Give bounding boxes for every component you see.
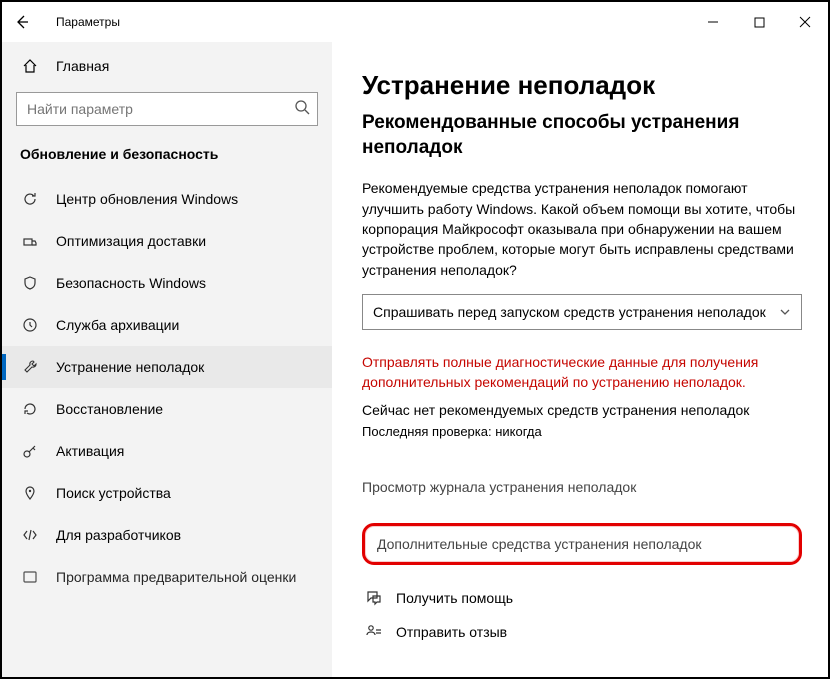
minimize-icon xyxy=(707,16,719,28)
sidebar-item-backup[interactable]: Служба архивации xyxy=(2,304,332,346)
feedback-icon xyxy=(362,623,386,641)
history-link[interactable]: Просмотр журнала устранения неполадок xyxy=(362,469,802,505)
get-help-label: Получить помощь xyxy=(396,590,513,606)
sidebar-item-label: Восстановление xyxy=(56,401,163,417)
arrow-left-icon xyxy=(14,14,30,30)
feedback-label: Отправить отзыв xyxy=(396,624,507,640)
get-help-link[interactable]: Получить помощь xyxy=(362,581,802,615)
refresh-icon xyxy=(20,191,40,207)
troubleshoot-mode-dropdown[interactable]: Спрашивать перед запуском средств устран… xyxy=(362,294,802,330)
home-label: Главная xyxy=(56,58,109,74)
sidebar-item-recovery[interactable]: Восстановление xyxy=(2,388,332,430)
section-title: Обновление и безопасность xyxy=(2,140,332,178)
backup-icon xyxy=(20,317,40,333)
diagnostic-warning: Отправлять полные диагностические данные… xyxy=(362,352,802,393)
key-icon xyxy=(20,443,40,459)
window-controls xyxy=(690,2,828,42)
sidebar-item-troubleshoot[interactable]: Устранение неполадок xyxy=(2,346,332,388)
sidebar-item-label: Центр обновления Windows xyxy=(56,191,238,207)
page-title: Устранение неполадок xyxy=(362,70,802,101)
content-area: Устранение неполадок Рекомендованные спо… xyxy=(332,42,828,677)
sidebar-item-label: Для разработчиков xyxy=(56,527,181,543)
sidebar-item-label: Оптимизация доставки xyxy=(56,233,206,249)
additional-troubleshooters-link[interactable]: Дополнительные средства устранения непол… xyxy=(362,523,802,565)
home-nav[interactable]: Главная xyxy=(2,48,332,84)
shield-icon xyxy=(20,275,40,291)
maximize-button[interactable] xyxy=(736,2,782,42)
close-button[interactable] xyxy=(782,2,828,42)
search-icon xyxy=(294,99,310,115)
app-title: Параметры xyxy=(56,15,690,29)
code-icon xyxy=(20,527,40,543)
sidebar-item-label: Безопасность Windows xyxy=(56,275,206,291)
chevron-down-icon xyxy=(779,306,791,318)
sidebar-item-label: Активация xyxy=(56,443,124,459)
sidebar-item-delivery-optimization[interactable]: Оптимизация доставки xyxy=(2,220,332,262)
sidebar-item-label: Служба архивации xyxy=(56,317,179,333)
last-check-text: Последняя проверка: никогда xyxy=(362,424,802,439)
delivery-icon xyxy=(20,233,40,249)
sidebar-item-insider[interactable]: Программа предварительной оценки xyxy=(2,556,332,598)
location-icon xyxy=(20,485,40,501)
close-icon xyxy=(799,16,811,28)
no-recommendation-text: Сейчас нет рекомендуемых средств устране… xyxy=(362,402,802,418)
description-text: Рекомендуемые средства устранения непола… xyxy=(362,178,802,279)
sidebar: Главная Обновление и безопасность Центр … xyxy=(2,42,332,677)
feedback-link[interactable]: Отправить отзыв xyxy=(362,615,802,649)
sidebar-item-windows-update[interactable]: Центр обновления Windows xyxy=(2,178,332,220)
sidebar-item-find-device[interactable]: Поиск устройства xyxy=(2,472,332,514)
chat-icon xyxy=(362,589,386,607)
sidebar-item-windows-security[interactable]: Безопасность Windows xyxy=(2,262,332,304)
insider-icon xyxy=(20,569,40,585)
sidebar-item-label: Поиск устройства xyxy=(56,485,171,501)
dropdown-value: Спрашивать перед запуском средств устран… xyxy=(373,304,766,320)
minimize-button[interactable] xyxy=(690,2,736,42)
search-wrap xyxy=(16,92,318,126)
sidebar-item-label: Устранение неполадок xyxy=(56,359,204,375)
titlebar: Параметры xyxy=(2,2,828,42)
back-button[interactable] xyxy=(2,2,42,42)
home-icon xyxy=(20,58,40,74)
maximize-icon xyxy=(754,17,765,28)
sidebar-item-activation[interactable]: Активация xyxy=(2,430,332,472)
wrench-icon xyxy=(20,359,40,375)
search-input[interactable] xyxy=(16,92,318,126)
section-heading: Рекомендованные способы устранения непол… xyxy=(362,111,802,160)
sidebar-item-label: Программа предварительной оценки xyxy=(56,569,296,585)
recovery-icon xyxy=(20,401,40,417)
sidebar-item-developers[interactable]: Для разработчиков xyxy=(2,514,332,556)
